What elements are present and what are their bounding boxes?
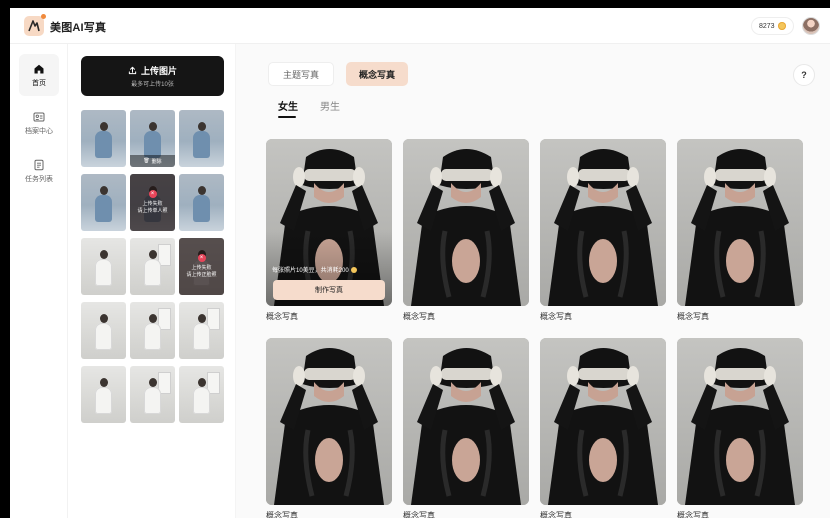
style-card[interactable] [266, 338, 392, 505]
style-card[interactable] [540, 139, 666, 306]
gender-tab-male[interactable]: 男生 [320, 98, 340, 113]
sidebar-item-home[interactable]: 首页 [19, 54, 59, 96]
upload-error-text: 上传失败 请上传正脸照 [186, 265, 217, 278]
make-portrait-button[interactable]: 制作写真 [273, 280, 385, 300]
portrait-photo [540, 139, 666, 306]
help-button[interactable]: ? [793, 64, 815, 86]
upload-image-button[interactable]: 上传图片 最多可上传10张 [81, 56, 224, 96]
style-card-label: 概念写真 [266, 511, 298, 518]
profile-card-icon [33, 112, 45, 121]
app-title: 美图AI写真 [50, 22, 107, 34]
top-bar: 美图AI写真 8273 [10, 8, 830, 44]
sidebar-item-label: 任务列表 [25, 175, 53, 183]
sidebar-item-profile-center[interactable]: 档案中心 [19, 102, 59, 144]
uploaded-photo[interactable] [81, 238, 126, 295]
style-card-label: 概念写真 [403, 511, 435, 518]
upload-panel: 上传图片 最多可上传10张 🗑 删除 × 上传失败 请上传单人照 × 上传失败 … [68, 44, 236, 518]
app-window: 美图AI写真 8273 首页 档案中心 任务列表 上传图片 最多可上传10张 🗑… [10, 8, 830, 518]
gender-tab-female[interactable]: 女生 [278, 98, 298, 118]
home-icon [34, 64, 44, 73]
sidebar-item-label: 档案中心 [25, 127, 53, 135]
portrait-photo [266, 338, 392, 505]
upload-limit-hint: 最多可上传10张 [131, 82, 174, 88]
uploaded-photo[interactable] [81, 366, 126, 423]
task-list-icon [34, 159, 44, 170]
sidebar-nav: 首页 档案中心 任务列表 [10, 44, 68, 518]
style-card[interactable]: 每张照片10美豆，共消耗200 制作写真 [266, 139, 392, 306]
upload-icon [128, 66, 137, 75]
delete-label: 删除 [151, 158, 162, 165]
style-card-label: 概念写真 [266, 312, 298, 321]
uploaded-photo[interactable] [179, 366, 224, 423]
uploaded-photo[interactable] [81, 110, 126, 167]
uploaded-photo[interactable] [81, 174, 126, 231]
upload-error-text: 上传失败 请上传单人照 [137, 201, 168, 214]
cost-info: 每张照片10美豆，共消耗200 [272, 265, 357, 274]
portrait-photo [403, 139, 529, 306]
coin-count: 8273 [759, 22, 775, 30]
uploaded-photo-failed[interactable]: × 上传失败 请上传单人照 [130, 174, 175, 231]
portrait-photo [540, 338, 666, 505]
uploaded-photo[interactable] [179, 302, 224, 359]
style-card-label: 概念写真 [677, 511, 709, 518]
coin-balance[interactable]: 8273 [751, 17, 794, 35]
uploaded-photo[interactable] [130, 238, 175, 295]
main-content: 主题写真 概念写真 ? 女生 男生 每张照片10美豆，共消耗200 制作写真 概念写… [236, 44, 830, 518]
trash-icon: 🗑 [143, 158, 150, 164]
style-card-label: 概念写真 [540, 511, 572, 518]
uploaded-photo[interactable] [81, 302, 126, 359]
logo-spark-icon [41, 14, 46, 19]
uploaded-photo[interactable]: 🗑 删除 [130, 110, 175, 167]
tab-theme-portrait[interactable]: 主题写真 [268, 62, 334, 86]
portrait-photo [677, 139, 803, 306]
style-card[interactable] [403, 139, 529, 306]
sidebar-item-label: 首页 [32, 79, 46, 87]
uploaded-photo-failed[interactable]: × 上传失败 请上传正脸照 [179, 238, 224, 295]
uploaded-photo[interactable] [130, 366, 175, 423]
style-card-label: 概念写真 [540, 312, 572, 321]
logo-icon [28, 20, 40, 32]
user-avatar[interactable] [802, 17, 820, 35]
uploaded-photo[interactable] [179, 110, 224, 167]
uploaded-photo[interactable] [179, 174, 224, 231]
portrait-photo [403, 338, 529, 505]
tab-concept-portrait[interactable]: 概念写真 [346, 62, 408, 86]
app-logo [24, 14, 46, 36]
error-icon: × [197, 254, 206, 263]
coin-icon [777, 22, 786, 30]
upload-button-label: 上传图片 [140, 66, 177, 76]
error-icon: × [148, 190, 157, 199]
style-card[interactable] [540, 338, 666, 505]
style-card[interactable] [677, 338, 803, 505]
style-card-label: 概念写真 [403, 312, 435, 321]
uploaded-photo[interactable] [130, 302, 175, 359]
coin-icon [350, 266, 357, 273]
style-card[interactable] [677, 139, 803, 306]
style-card-label: 概念写真 [677, 312, 709, 321]
sidebar-item-task-list[interactable]: 任务列表 [19, 150, 59, 192]
delete-photo-button[interactable]: 🗑 删除 [130, 155, 175, 167]
cost-text: 每张照片10美豆，共消耗200 [272, 268, 349, 274]
style-card[interactable] [403, 338, 529, 505]
portrait-photo [677, 338, 803, 505]
